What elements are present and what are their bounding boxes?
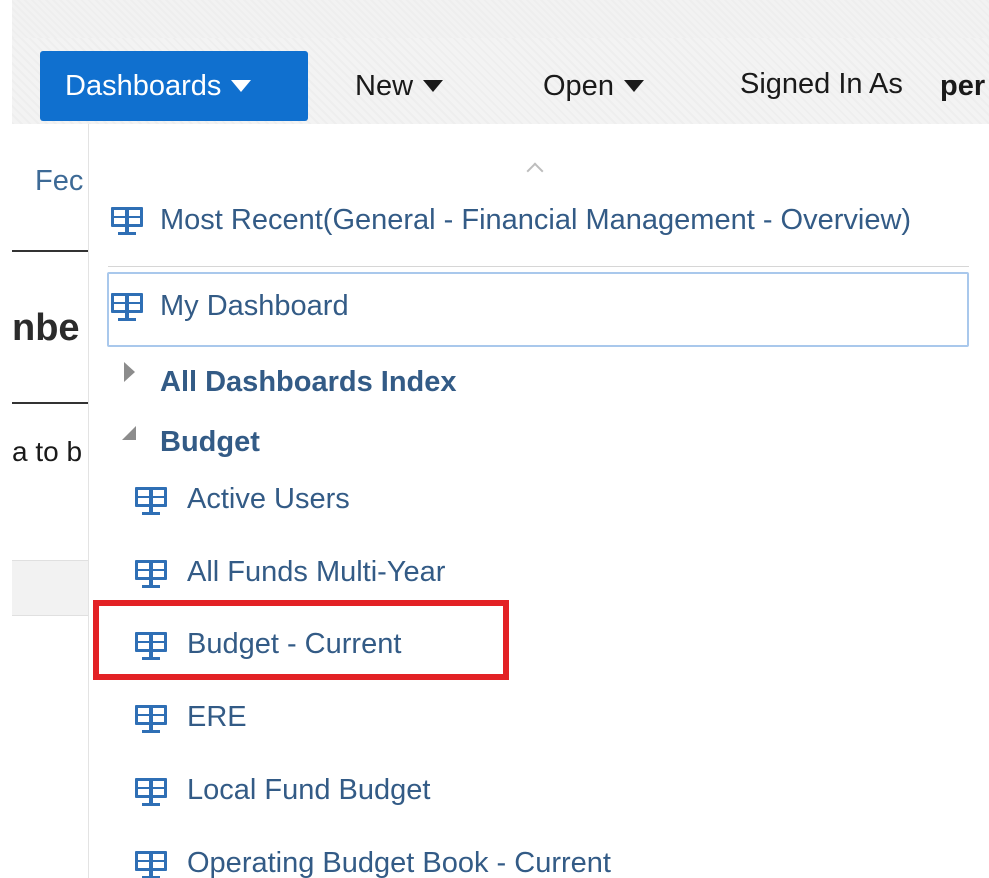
dashboard-monitor-icon <box>135 560 167 588</box>
dashboard-monitor-icon <box>135 778 167 806</box>
dashboards-menu-button[interactable]: Dashboards <box>40 51 308 121</box>
menu-item-my-dashboard[interactable]: My Dashboard <box>108 288 968 330</box>
menu-item-operating-budget-book-current[interactable]: Operating Budget Book - Current <box>134 844 834 878</box>
collapse-triangle-icon[interactable] <box>122 426 136 440</box>
menu-item-label: Operating Budget Book - Current <box>187 847 611 878</box>
menu-item-all-funds-multi-year[interactable]: All Funds Multi-Year <box>134 553 734 595</box>
menu-item-budget-folder[interactable]: Budget <box>120 422 420 464</box>
caret-down-icon <box>623 79 644 92</box>
background-divider <box>12 402 88 404</box>
menu-item-label: Most Recent(General - Financial Manageme… <box>160 204 912 236</box>
dashboard-monitor-icon <box>135 851 167 878</box>
menu-item-label: ERE <box>187 701 247 733</box>
background-text: a to b <box>12 436 83 467</box>
dashboards-label: Dashboards <box>65 70 222 102</box>
menu-item-label: All Funds Multi-Year <box>187 556 446 588</box>
menu-item-most-recent[interactable]: Most Recent(General - Financial Manageme… <box>108 202 978 244</box>
new-menu-button[interactable]: New <box>355 51 444 121</box>
background-bar <box>12 560 88 616</box>
menu-item-label: Budget <box>160 426 260 458</box>
menu-item-label: Active Users <box>187 483 350 515</box>
dashboard-monitor-icon <box>135 705 167 733</box>
dashboard-monitor-icon <box>111 293 143 321</box>
caret-down-icon <box>423 79 444 92</box>
menu-item-label: My Dashboard <box>160 290 349 322</box>
dashboard-monitor-icon <box>111 207 143 235</box>
top-strip <box>12 0 989 38</box>
menu-item-label: Local Fund Budget <box>187 774 431 806</box>
dashboard-monitor-icon <box>135 487 167 515</box>
signed-in-label: Signed In As <box>740 68 903 100</box>
new-label: New <box>355 70 414 102</box>
background-title: nbe <box>12 307 80 349</box>
open-menu-button[interactable]: Open <box>543 51 644 121</box>
highlight-box <box>93 600 509 680</box>
menu-item-local-fund-budget[interactable]: Local Fund Budget <box>134 771 734 813</box>
background-divider <box>12 250 88 252</box>
expand-triangle-icon[interactable] <box>124 362 135 382</box>
menu-item-label: All Dashboards Index <box>160 366 457 398</box>
background-tab-text[interactable]: Fec <box>35 165 83 198</box>
menu-item-active-users[interactable]: Active Users <box>134 480 734 522</box>
menu-item-ere[interactable]: ERE <box>134 698 734 740</box>
scroll-up-icon[interactable] <box>526 158 546 178</box>
open-label: Open <box>543 70 614 102</box>
signed-in-user[interactable]: per <box>940 51 985 121</box>
menu-item-all-dashboards-index[interactable]: All Dashboards Index <box>120 362 520 404</box>
caret-down-icon <box>231 79 252 92</box>
menu-divider <box>108 266 969 267</box>
